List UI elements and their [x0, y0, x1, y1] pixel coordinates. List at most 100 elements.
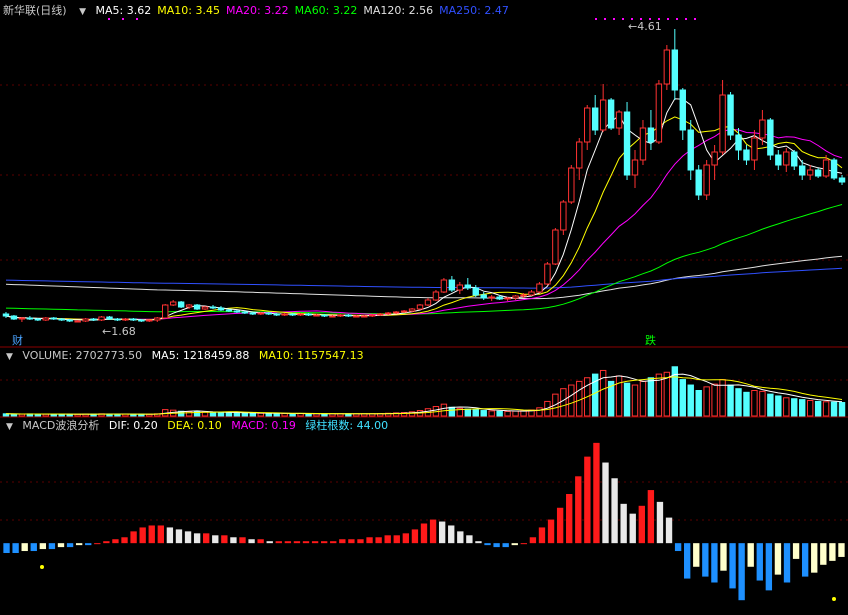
candle-body: [528, 291, 535, 296]
macd-bar: [275, 541, 282, 544]
candle-body: [281, 313, 288, 316]
signal-dot: [832, 597, 836, 601]
macd-bar: [774, 543, 782, 575]
candle-body: [719, 94, 726, 153]
macd-bar: [711, 543, 718, 583]
volume-bar: [695, 390, 702, 417]
macd-bar: [230, 537, 237, 544]
accent-dot: [685, 18, 687, 20]
volume-bar: [703, 386, 710, 417]
candle-body: [384, 312, 392, 315]
collapse-triangle-icon[interactable]: ▼: [79, 4, 86, 20]
macd-bar: [674, 543, 682, 552]
volume-bar: [751, 390, 758, 417]
accent-dot: [667, 18, 669, 20]
volume-bar: [791, 398, 798, 417]
candle-body: [679, 89, 686, 131]
candle-body: [416, 304, 424, 310]
volume-panel-header: ▼ VOLUME: 2702773.50 MA5: 1218459.88 MA1…: [3, 348, 370, 364]
volume-bar: [814, 400, 822, 417]
volume-bar: [711, 383, 718, 417]
macd-bar: [302, 541, 310, 544]
price-panel-header: 新华联(日线) ▼ MA5: 3.62 MA10: 3.45 MA20: 3.22 M…: [3, 3, 521, 19]
candle-body: [560, 201, 567, 231]
candle-body: [66, 319, 73, 322]
candle-body: [448, 279, 456, 291]
candle-body: [42, 317, 49, 321]
macd-bar: [221, 535, 228, 544]
collapse-triangle-icon[interactable]: ▼: [6, 419, 13, 435]
macd-bar: [30, 543, 37, 552]
macd-bar: [502, 543, 509, 548]
macd-bar: [747, 543, 754, 567]
candle-body: [58, 318, 65, 321]
candle-body: [512, 295, 519, 299]
candle-body: [249, 312, 257, 315]
candle-body: [695, 169, 702, 196]
candle-body: [687, 129, 694, 171]
macd-bar: [538, 527, 546, 544]
volume-bar: [623, 382, 631, 417]
macd-panel-header: ▼ MACD波浪分析 DIF: 0.20 DEA: 0.10 MACD: 0.1…: [3, 418, 394, 434]
candle-body: [703, 164, 710, 196]
volume-bar: [241, 412, 249, 417]
macd-bar: [420, 523, 428, 544]
chart-window[interactable]: 新华联(日线) ▼ MA5: 3.62 MA10: 3.45 MA20: 3.22 M…: [0, 0, 848, 615]
candle-body: [98, 316, 105, 321]
volume-ma10: MA10: 1157547.13: [258, 349, 364, 362]
finance-marker[interactable]: 财: [12, 332, 23, 348]
macd-bar: [12, 543, 19, 553]
fall-marker[interactable]: 跌: [645, 332, 656, 348]
macd-bar: [266, 541, 273, 544]
volume-bar: [496, 410, 503, 417]
macd-bar: [448, 525, 455, 544]
price-chart[interactable]: [0, 0, 848, 615]
macd-bar: [57, 543, 65, 548]
candle-body: [472, 287, 479, 296]
volume-bar: [568, 384, 575, 417]
macd-dea: DEA: 0.10: [167, 419, 222, 432]
macd-bar: [157, 525, 164, 544]
candle-body: [607, 99, 615, 129]
macd-bar: [148, 525, 155, 544]
macd-value: MACD: 0.19: [231, 419, 296, 432]
candle-body: [329, 315, 336, 318]
macd-bar: [193, 533, 201, 544]
volume-bar: [727, 384, 734, 417]
candle-body: [584, 107, 591, 143]
candle-body: [735, 134, 742, 151]
macd-bar: [656, 501, 664, 544]
macd-bar: [330, 541, 337, 544]
candle-body: [90, 318, 97, 321]
volume-bar: [679, 379, 686, 417]
green-bar-count: 绿柱根数: 44.00: [305, 419, 389, 432]
candle-body: [193, 304, 201, 310]
candle-body: [822, 159, 830, 177]
candle-body: [639, 127, 647, 161]
stock-title: 新华联(日线): [3, 4, 67, 17]
candle-body: [353, 315, 360, 318]
macd-title: MACD波浪分析: [22, 419, 100, 432]
macd-bar: [520, 543, 528, 545]
macd-bar: [511, 543, 518, 546]
candle-body: [162, 304, 169, 319]
macd-bar: [375, 537, 382, 544]
volume-bar: [783, 397, 790, 417]
volume-bar: [775, 395, 782, 417]
macd-bar: [593, 442, 600, 544]
candle-body: [775, 154, 782, 166]
candle-body: [759, 119, 766, 139]
candle-body: [838, 177, 846, 183]
candle-body: [74, 320, 81, 323]
volume-bar: [687, 384, 694, 417]
volume-bar: [799, 399, 806, 417]
volume-bar: [209, 411, 217, 417]
low-price-label: ←1.68: [102, 325, 136, 338]
collapse-triangle-icon[interactable]: ▼: [6, 349, 13, 365]
candle-body: [520, 294, 527, 297]
macd-bar: [829, 543, 836, 561]
candle-body: [257, 312, 264, 315]
macd-bar: [348, 539, 355, 544]
macd-bar: [811, 543, 818, 573]
candle-body: [711, 151, 718, 166]
